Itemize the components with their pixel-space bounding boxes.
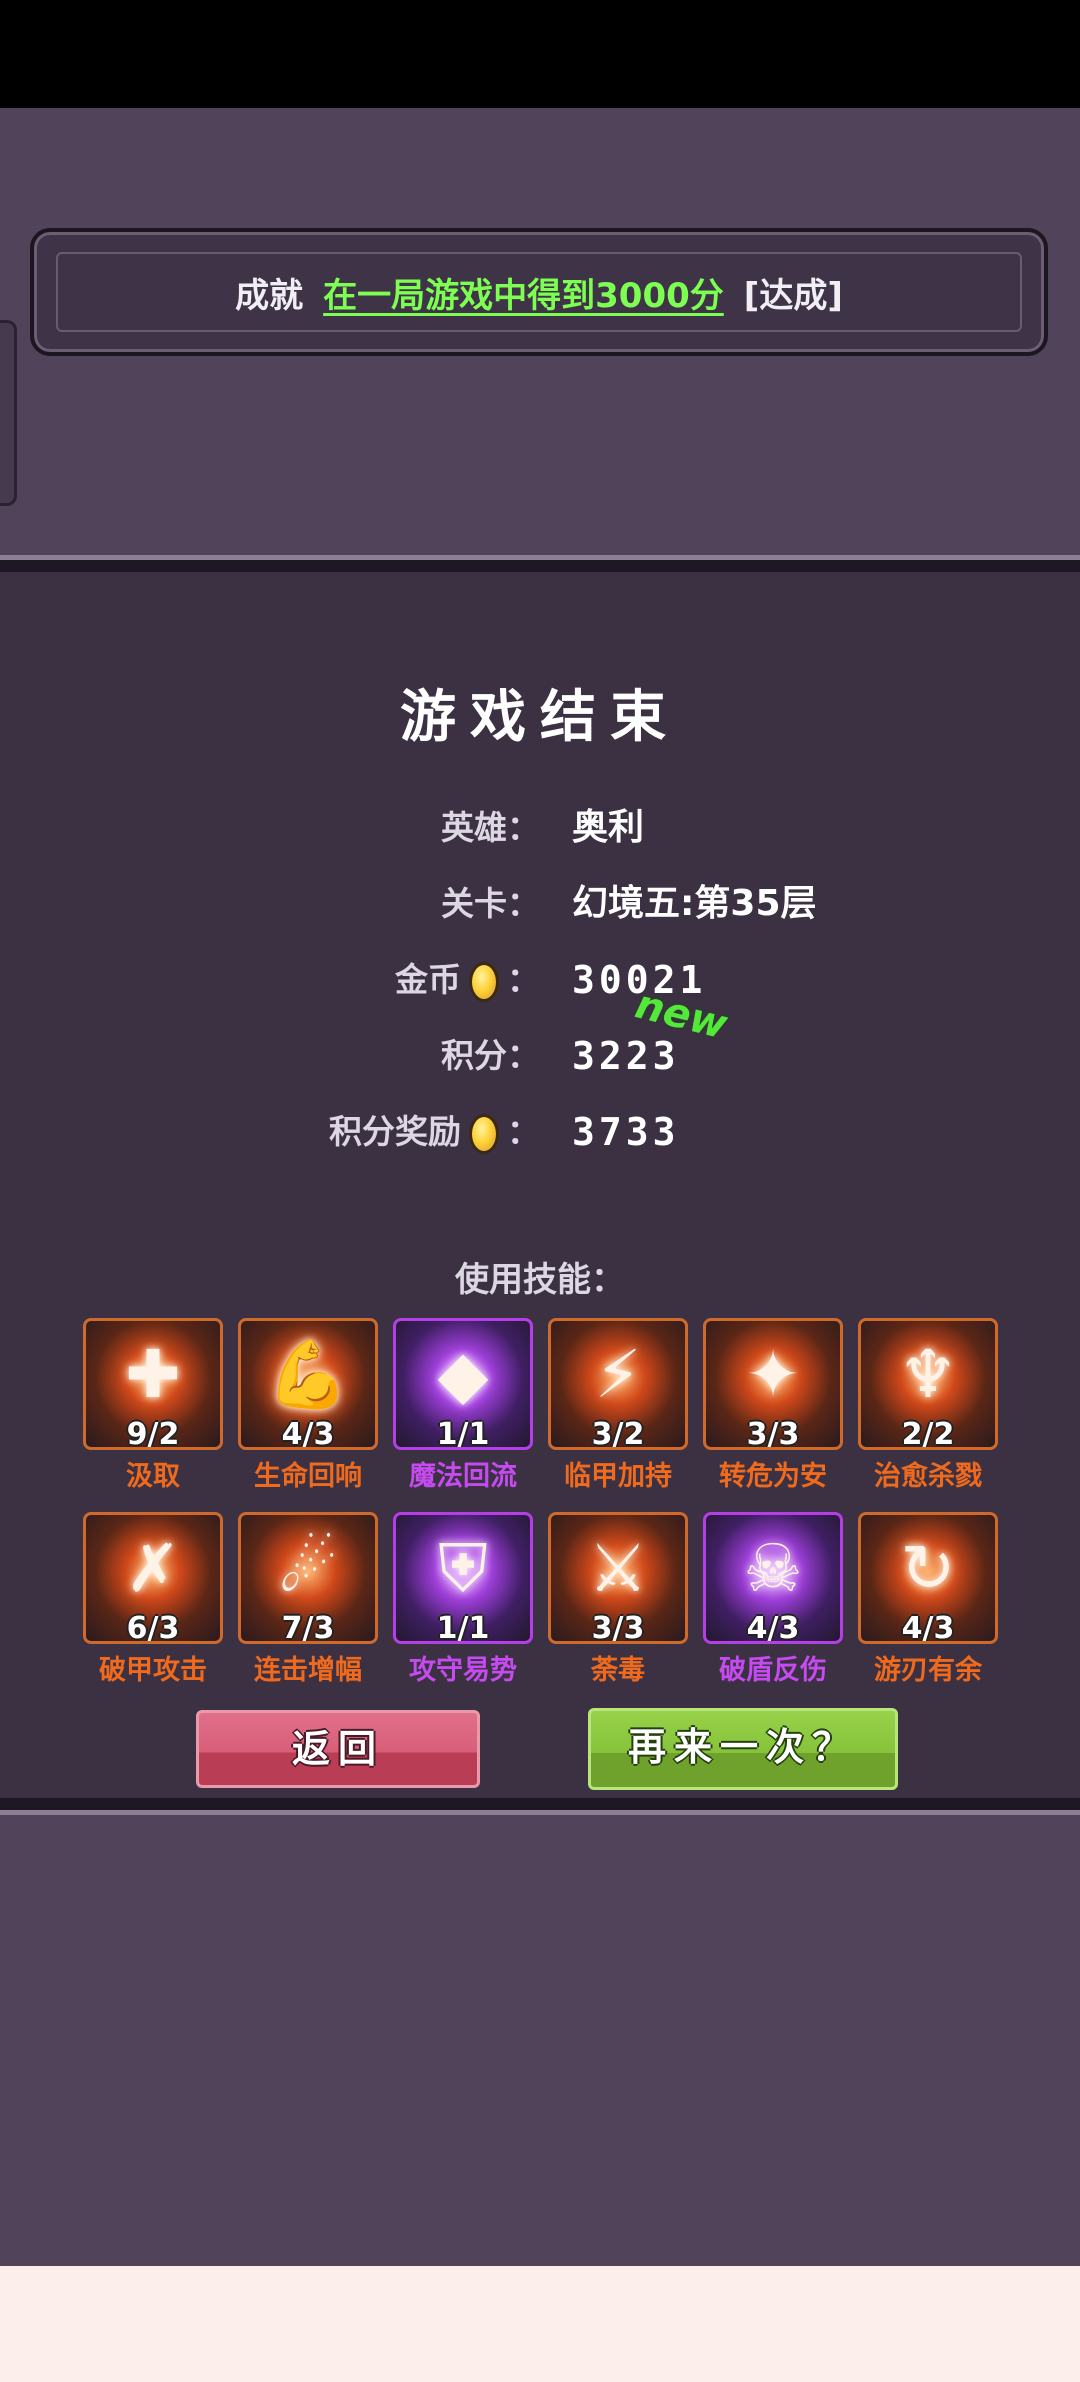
hero-label: 英雄： — [441, 808, 540, 847]
skill-frame: ◆ 1/1 — [393, 1318, 533, 1450]
flexed-arm-icon: 💪 — [266, 1336, 350, 1413]
skill-frame: ⛨ 1/1 — [393, 1512, 533, 1644]
bonus-coin-icon — [469, 1113, 499, 1154]
skill-item[interactable]: ◆ 1/1 魔法回流 — [393, 1318, 533, 1508]
retry-button[interactable]: 再来一次？ — [588, 1708, 898, 1790]
skill-count: 4/3 — [901, 1611, 955, 1644]
gold-colon: ： — [507, 960, 540, 999]
hero-value: 奥利 — [572, 807, 645, 848]
poison-blade-icon: ⚔ — [588, 1530, 648, 1607]
swirl-sword-icon: ↻ — [900, 1530, 956, 1607]
runner-lightning-icon: ⚡ — [594, 1336, 642, 1413]
skill-frame: ♆ 2/2 — [858, 1318, 998, 1450]
achievement-text: 成就 在一局游戏中得到3000分 [达成] — [34, 232, 1044, 352]
skill-item[interactable]: ↻ 4/3 游刃有余 — [858, 1512, 998, 1702]
skill-name: 游刃有余 — [874, 1655, 982, 1686]
skill-item[interactable]: ⚡ 3/2 临甲加持 — [548, 1318, 688, 1508]
bonus-label: 积分奖励 — [329, 1112, 461, 1151]
healing-burst-icon: ✦ — [745, 1336, 801, 1413]
demon-shield-icon: ☠ — [743, 1530, 803, 1607]
stage-value: 幻境五:第35层 — [572, 883, 817, 924]
stat-row-hero: 英雄： 奥利 — [0, 798, 1080, 858]
gold-label-group: 金币 ： — [395, 950, 540, 1010]
bonus-value: 3733 — [572, 1110, 680, 1154]
skill-count: 3/3 — [591, 1611, 645, 1644]
skill-name: 治愈杀戮 — [874, 1461, 982, 1492]
gold-coin-icon — [469, 961, 499, 1002]
raised-arms-icon: ♆ — [898, 1336, 958, 1413]
skill-count: 2/2 — [901, 1417, 955, 1450]
side-drawer-tab[interactable] — [0, 320, 17, 506]
skill-frame: 💪 4/3 — [238, 1318, 378, 1450]
achievement-banner: 成就 在一局游戏中得到3000分 [达成] — [30, 228, 1048, 356]
skill-item[interactable]: ⛨ 1/1 攻守易势 — [393, 1512, 533, 1702]
status-bar — [0, 0, 1080, 108]
skill-item[interactable]: ☠ 4/3 破盾反伤 — [703, 1512, 843, 1702]
skills-title: 使用技能： — [455, 1260, 625, 1300]
skill-name: 临甲加持 — [564, 1461, 672, 1492]
skill-name: 连击增幅 — [254, 1655, 362, 1686]
skill-frame: ↻ 4/3 — [858, 1512, 998, 1644]
skill-count: 7/3 — [281, 1611, 335, 1644]
game-over-panel: 游戏结束 英雄： 奥利 关卡： 幻境五:第35层 金币： 30021 积分： 3… — [0, 555, 1080, 1815]
skill-frame: ✗ 6/3 — [83, 1512, 223, 1644]
skill-name: 生命回响 — [254, 1461, 362, 1492]
skill-name: 攻守易势 — [409, 1655, 517, 1686]
skill-frame: ⚔ 3/3 — [548, 1512, 688, 1644]
skill-item[interactable]: ♆ 2/2 治愈杀戮 — [858, 1318, 998, 1508]
stat-row-bonus: 积分奖励 ： 3733 — [0, 1102, 1080, 1162]
skill-name: 荼毒 — [591, 1655, 645, 1686]
stat-row-gold: 金币： 30021 — [0, 950, 1080, 1010]
skill-frame: ☄ 7/3 — [238, 1512, 378, 1644]
skill-count: 1/1 — [436, 1417, 490, 1450]
shield-aura-icon: ⛨ — [438, 1530, 488, 1607]
skill-name: 破甲攻击 — [99, 1655, 207, 1686]
skill-frame: ✚ 9/2 — [83, 1318, 223, 1450]
achievement-description: 在一局游戏中得到3000分 — [323, 275, 724, 316]
stat-row-score: 积分： 3223 — [0, 1026, 1080, 1086]
piercing-blade-icon: ✗ — [125, 1530, 181, 1607]
bonus-colon: ： — [507, 1112, 540, 1151]
medic-cross-icon: ✚ — [125, 1336, 181, 1413]
achievement-status: [达成] — [743, 275, 843, 316]
bottom-nav-area — [0, 2266, 1080, 2382]
gold-label: 金币 — [395, 960, 461, 999]
skill-count: 6/3 — [126, 1611, 180, 1644]
skill-count: 3/2 — [591, 1417, 645, 1450]
skill-item[interactable]: ✦ 3/3 转危为安 — [703, 1318, 843, 1508]
bonus-label-group: 积分奖励 ： — [329, 1102, 540, 1162]
skill-frame: ⚡ 3/2 — [548, 1318, 688, 1450]
stage-label: 关卡： — [441, 884, 540, 923]
skill-name: 转危为安 — [719, 1461, 827, 1492]
score-value: 3223 — [572, 1034, 680, 1078]
skill-count: 3/3 — [746, 1417, 800, 1450]
score-label: 积分： — [441, 1036, 540, 1075]
magic-crystal-icon: ◆ — [437, 1336, 489, 1413]
skill-frame: ☠ 4/3 — [703, 1512, 843, 1644]
skill-count: 1/1 — [436, 1611, 490, 1644]
skill-item[interactable]: 💪 4/3 生命回响 — [238, 1318, 378, 1508]
skill-item[interactable]: ☄ 7/3 连击增幅 — [238, 1512, 378, 1702]
page-title: 游戏结束 — [400, 685, 680, 750]
skill-name: 汲取 — [126, 1461, 180, 1492]
skill-count: 4/3 — [281, 1417, 335, 1450]
skill-item[interactable]: ⚔ 3/3 荼毒 — [548, 1512, 688, 1702]
back-button[interactable]: 返回 — [196, 1710, 480, 1788]
skill-count: 9/2 — [126, 1417, 180, 1450]
skill-frame: ✦ 3/3 — [703, 1318, 843, 1450]
skill-name: 破盾反伤 — [719, 1655, 827, 1686]
skill-name: 魔法回流 — [409, 1461, 517, 1492]
skill-item[interactable]: ✗ 6/3 破甲攻击 — [83, 1512, 223, 1702]
stat-row-stage: 关卡： 幻境五:第35层 — [0, 874, 1080, 934]
combo-strike-icon: ☄ — [278, 1530, 338, 1607]
skill-count: 4/3 — [746, 1611, 800, 1644]
skill-item[interactable]: ✚ 9/2 汲取 — [83, 1318, 223, 1508]
achievement-label: 成就 — [235, 275, 304, 316]
